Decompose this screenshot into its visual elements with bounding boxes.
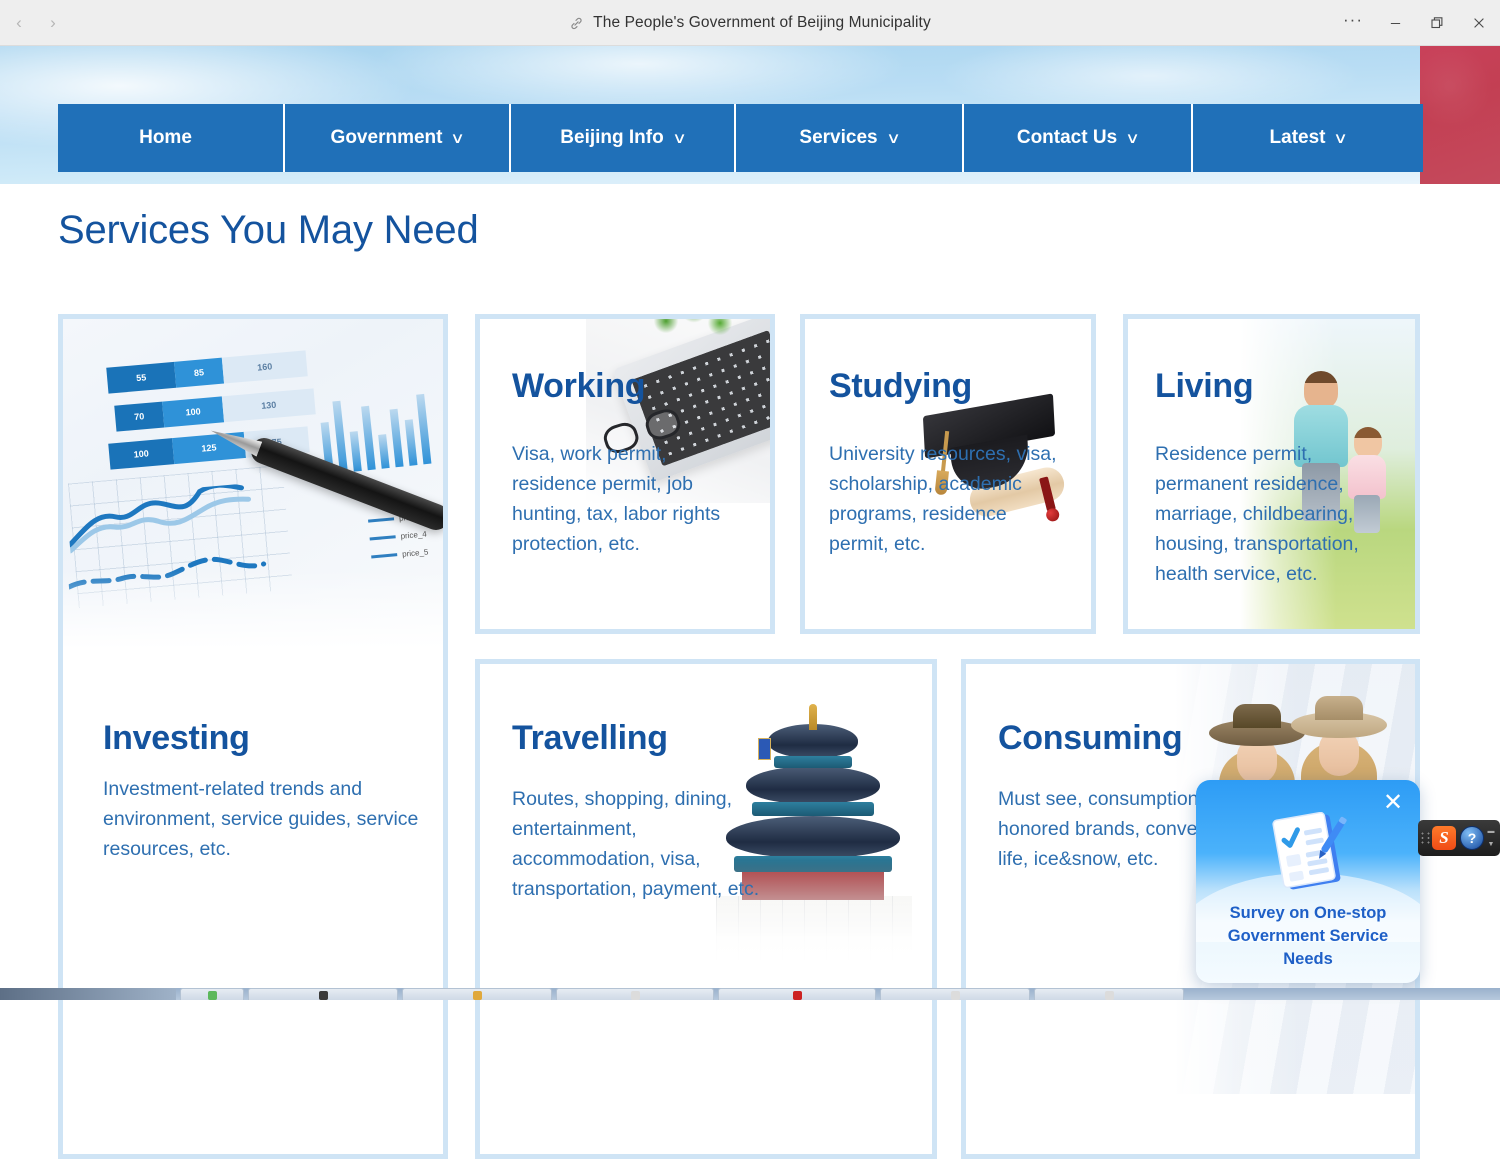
nav-item-label: Latest (1270, 127, 1326, 149)
link-icon (569, 16, 584, 31)
chevron-down-icon: ∨ (1334, 131, 1349, 146)
sogou-ime-toolbar[interactable]: S ? ▬ ▼ (1418, 820, 1500, 856)
windows-taskbar (0, 988, 1500, 1000)
nav-item-home[interactable]: Home (58, 104, 285, 172)
nav-item-label: Government (331, 127, 443, 149)
window-title-group: The People's Government of Beijing Munic… (0, 0, 1500, 46)
taskbar-item[interactable] (402, 988, 552, 1000)
drag-handle-icon[interactable] (1418, 820, 1432, 856)
chevron-down-icon: ∨ (672, 131, 687, 146)
card-description: University resources, visa, scholarship,… (829, 439, 1069, 559)
nav-item-contact-us[interactable]: Contact Us ∨ (964, 104, 1193, 172)
mini-bar-chart (313, 373, 442, 475)
help-icon[interactable]: ? (1460, 826, 1484, 850)
taskbar-item[interactable] (718, 988, 876, 1000)
chevron-down-icon: ∨ (1125, 131, 1140, 146)
expand-icon[interactable]: ▼ (1488, 841, 1495, 848)
main-navigation: Home Government ∨ Beijing Info ∨ Service… (58, 104, 1423, 172)
minimize-button[interactable] (1374, 0, 1416, 46)
plant-photo-object (644, 314, 744, 363)
nav-item-label: Services (799, 127, 877, 149)
card-title: Living (1155, 367, 1253, 406)
service-card-investing[interactable]: 55 85 160 70 100 130 100 125 75 (58, 314, 448, 1159)
nav-item-services[interactable]: Services ∨ (736, 104, 964, 172)
taskbar-item[interactable] (180, 988, 244, 1000)
nav-item-beijing-info[interactable]: Beijing Info ∨ (511, 104, 736, 172)
nav-item-latest[interactable]: Latest ∨ (1193, 104, 1423, 172)
card-title: Investing (103, 719, 250, 758)
collapse-icon[interactable]: ▬ (1488, 828, 1495, 835)
service-card-studying[interactable]: Studying University resources, visa, sch… (800, 314, 1096, 634)
start-button[interactable] (0, 988, 176, 1000)
sogou-logo-icon[interactable]: S (1432, 826, 1456, 850)
ime-collapse-controls[interactable]: ▬ ▼ (1484, 820, 1498, 856)
card-description: Routes, shopping, dining, entertainment,… (512, 784, 772, 904)
survey-popup[interactable]: ✕ Survey on One-stop Government Servi (1196, 780, 1420, 983)
nav-item-label: Beijing Info (560, 127, 663, 149)
nav-item-label: Contact Us (1017, 127, 1117, 149)
chevron-down-icon: ∨ (451, 131, 466, 146)
survey-clipboard-icon (1268, 812, 1352, 898)
more-options-button[interactable]: ··· (1332, 0, 1374, 46)
page-title: Services You May Need (58, 208, 479, 253)
card-description: Residence permit, permanent residence, m… (1155, 439, 1405, 589)
banner-red-panel (1420, 46, 1500, 184)
card-description: Investment-related trends and environmen… (103, 774, 433, 864)
window-controls: ··· (1332, 0, 1500, 46)
card-description: Visa, work permit, residence permit, job… (512, 439, 742, 559)
close-window-button[interactable] (1458, 0, 1500, 46)
card-title: Working (512, 367, 645, 406)
card-title: Studying (829, 367, 972, 406)
forward-button[interactable]: › (36, 6, 70, 40)
taskbar-item[interactable] (248, 988, 398, 1000)
service-card-living[interactable]: Living Residence permit, permanent resid… (1123, 314, 1420, 634)
window-title: The People's Government of Beijing Munic… (593, 14, 931, 32)
back-button[interactable]: ‹ (2, 6, 36, 40)
service-card-travelling[interactable]: Travelling Routes, shopping, dining, ent… (475, 659, 937, 1159)
chevron-down-icon: ∨ (886, 131, 901, 146)
restore-window-button[interactable] (1416, 0, 1458, 46)
taskbar-item[interactable] (556, 988, 714, 1000)
nav-item-label: Home (139, 127, 192, 149)
close-icon[interactable]: ✕ (1380, 790, 1406, 816)
browser-nav-arrows: ‹ › (2, 6, 70, 40)
taskbar-item[interactable] (880, 988, 1030, 1000)
financial-charts-photo: 55 85 160 70 100 130 100 125 75 (63, 319, 443, 649)
browser-titlebar: ‹ › The People's Government of Beijing M… (0, 0, 1500, 46)
card-title: Travelling (512, 719, 668, 758)
nav-item-government[interactable]: Government ∨ (285, 104, 511, 172)
taskbar-item[interactable] (1034, 988, 1184, 1000)
card-title: Consuming (998, 719, 1182, 758)
survey-popup-text: Survey on One-stop Government Service Ne… (1204, 902, 1412, 971)
service-card-working[interactable]: Working Visa, work permit, residence per… (475, 314, 775, 634)
